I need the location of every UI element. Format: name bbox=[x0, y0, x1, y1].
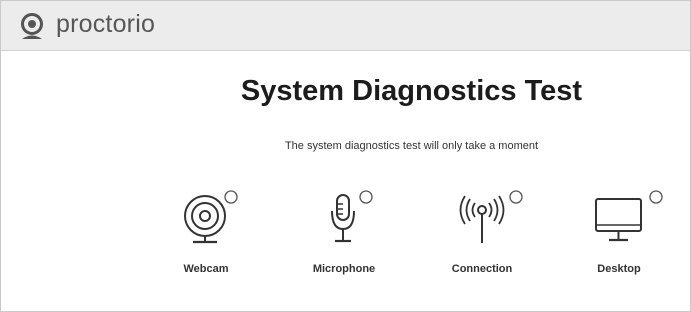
desktop-icon bbox=[595, 190, 663, 242]
check-label: Webcam bbox=[183, 263, 229, 275]
check-label: Desktop bbox=[597, 263, 641, 275]
microphone-icon bbox=[331, 190, 373, 243]
proctorio-logo-icon bbox=[21, 13, 43, 39]
check-label: Connection bbox=[451, 263, 513, 275]
check-connection: Connection bbox=[427, 189, 537, 289]
app-window: proctorio System Diagnostics Test The sy… bbox=[0, 0, 691, 312]
brand-name: proctorio bbox=[56, 10, 156, 38]
connection-icon bbox=[459, 190, 523, 243]
desktop-status-indicator bbox=[649, 190, 663, 204]
webcam-status-indicator bbox=[224, 190, 238, 204]
top-header: proctorio bbox=[1, 1, 690, 51]
check-desktop: Desktop bbox=[564, 189, 674, 289]
check-microphone: Microphone bbox=[289, 189, 399, 289]
page-subtitle: The system diagnostics test will only ta… bbox=[284, 140, 539, 152]
connection-status-indicator bbox=[509, 190, 523, 204]
webcam-icon bbox=[184, 190, 238, 244]
check-label: Microphone bbox=[312, 263, 376, 275]
microphone-status-indicator bbox=[359, 190, 373, 204]
page-title: System Diagnostics Test bbox=[240, 75, 583, 107]
check-webcam: Webcam bbox=[151, 189, 261, 289]
